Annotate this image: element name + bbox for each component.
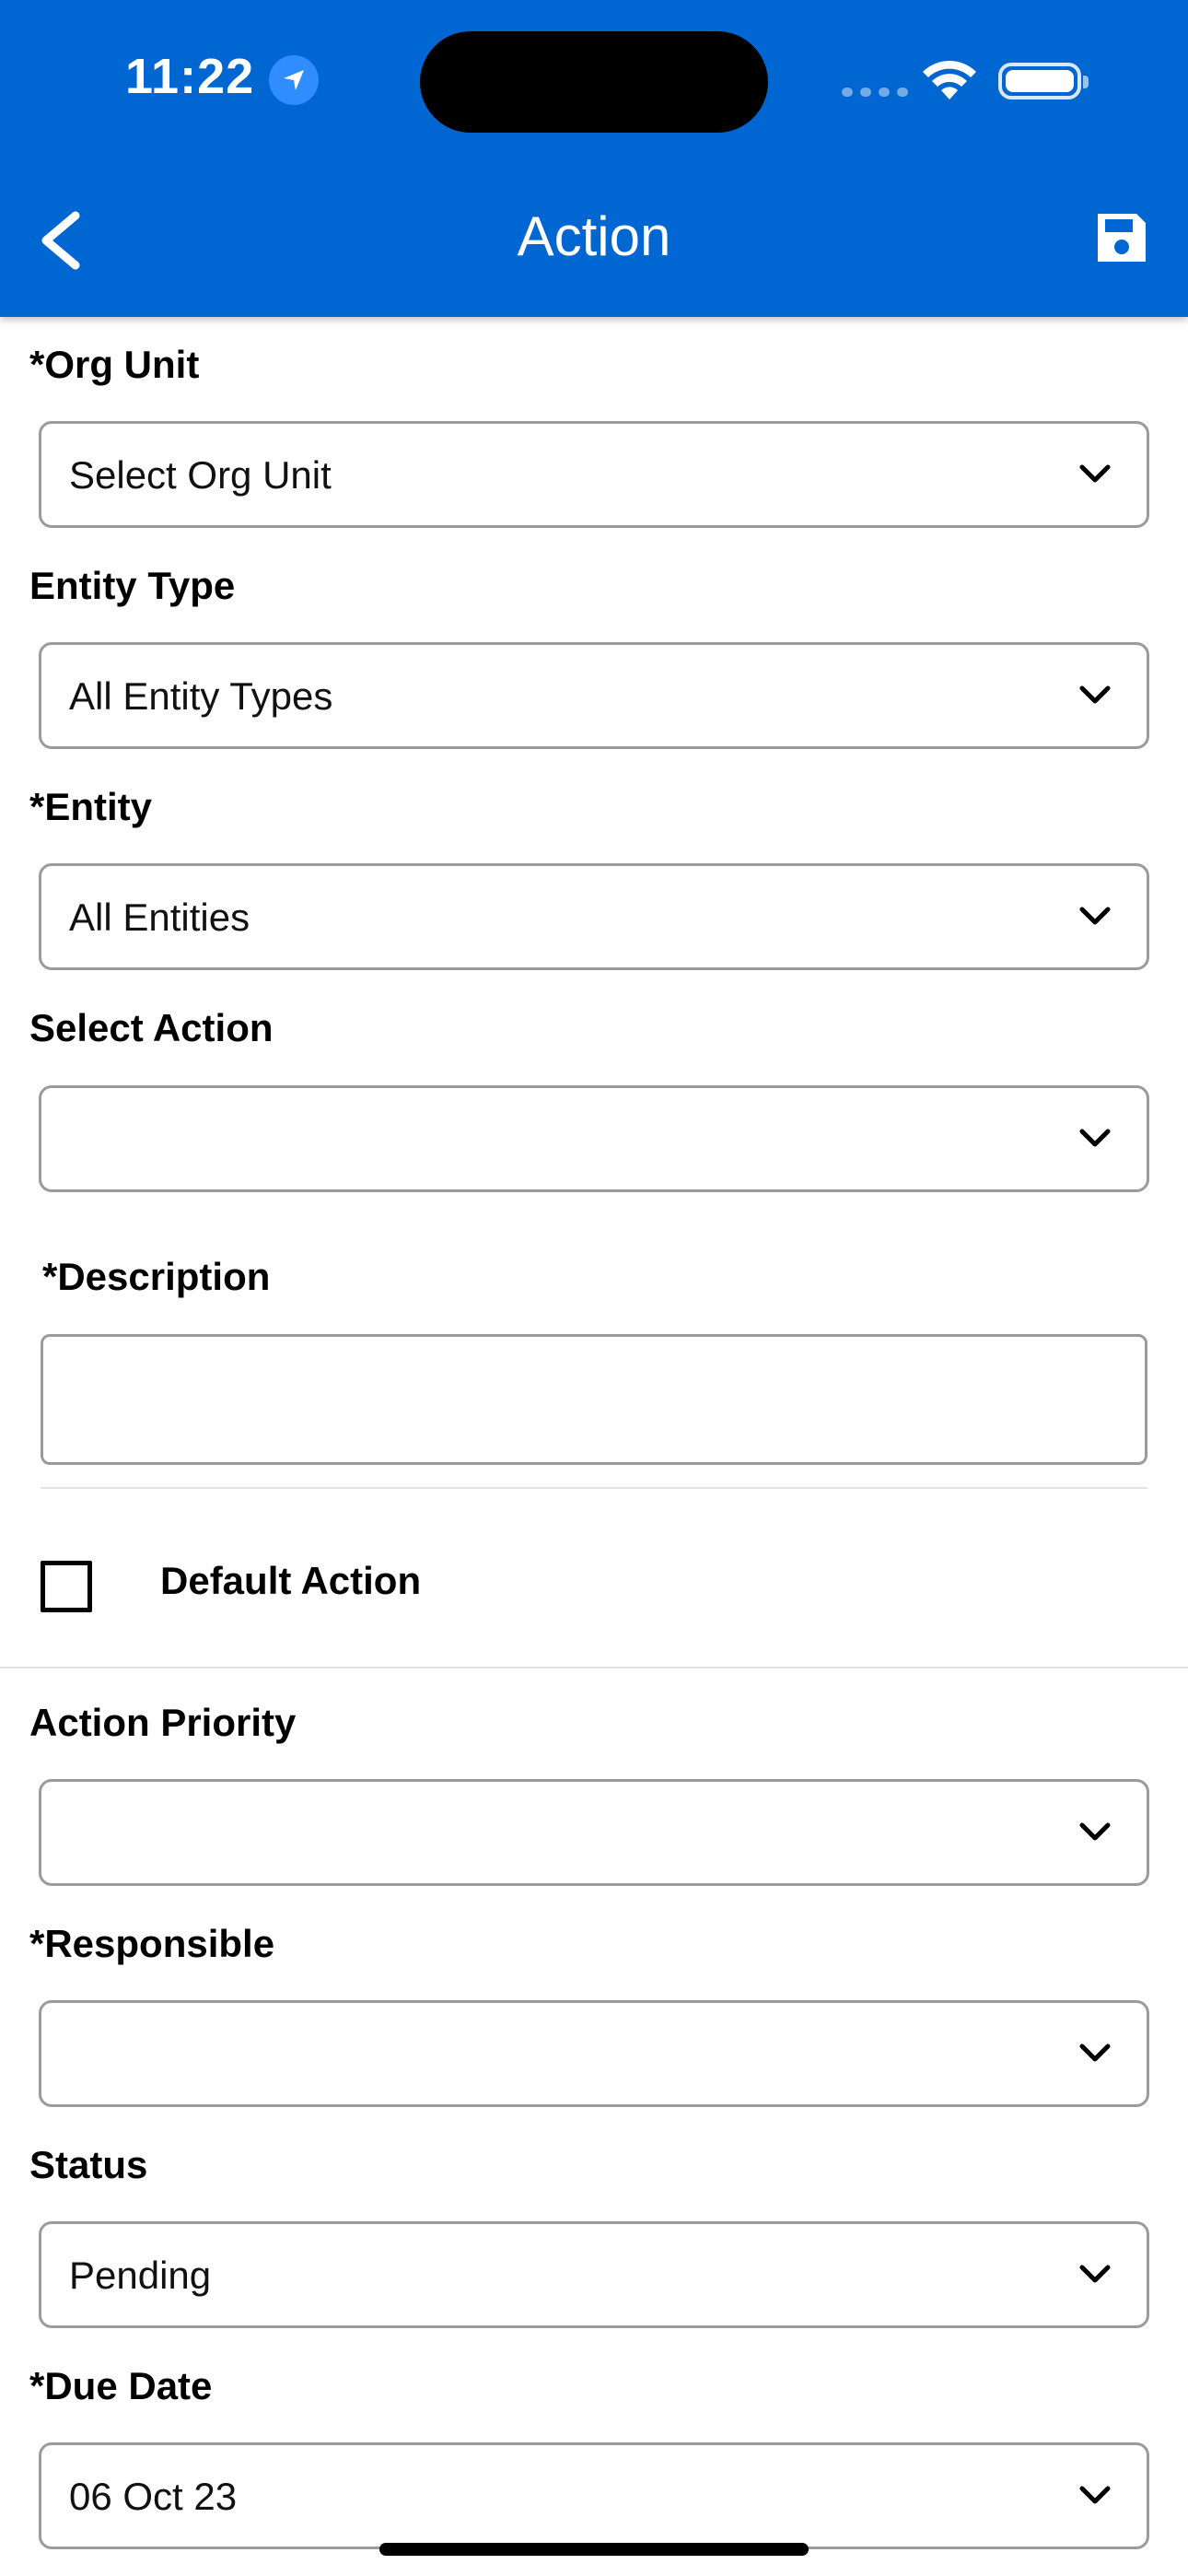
responsible-select[interactable]: [39, 2000, 1149, 2107]
app-header: 11:22 Action: [0, 0, 1188, 317]
wifi-icon: [923, 60, 976, 100]
description-label: *Description: [42, 1255, 271, 1298]
due-date-select[interactable]: 06 Oct 23: [39, 2442, 1149, 2549]
divider: [41, 1487, 1147, 1489]
chevron-down-icon: [1079, 685, 1111, 704]
select-action-label: Select Action: [29, 1006, 274, 1049]
battery-icon: [998, 63, 1089, 100]
entity-type-select[interactable]: All Entity Types: [39, 642, 1149, 749]
action-priority-select[interactable]: [39, 1779, 1149, 1886]
status-label: Status: [29, 2143, 148, 2186]
org-unit-select[interactable]: Select Org Unit: [39, 421, 1149, 528]
entity-type-label: Entity Type: [29, 564, 236, 607]
default-action-label: Default Action: [160, 1559, 422, 1602]
org-unit-label: *Org Unit: [29, 343, 200, 386]
description-input[interactable]: [41, 1334, 1147, 1465]
location-arrow-icon: [269, 55, 319, 105]
entity-type-value: All Entity Types: [69, 674, 333, 718]
select-action-select[interactable]: [39, 1085, 1149, 1192]
entity-select[interactable]: All Entities: [39, 863, 1149, 970]
dynamic-island: [420, 31, 768, 133]
default-action-checkbox[interactable]: [41, 1561, 92, 1612]
page-title: Action: [517, 205, 671, 267]
chevron-down-icon: [1079, 2043, 1111, 2062]
status-value: Pending: [69, 2254, 212, 2297]
chevron-down-icon: [1079, 2265, 1111, 2283]
org-unit-value: Select Org Unit: [69, 453, 332, 497]
home-indicator[interactable]: [379, 2543, 809, 2556]
chevron-down-icon: [1079, 1822, 1111, 1841]
chevron-down-icon: [1079, 1129, 1111, 1147]
due-date-label: *Due Date: [29, 2364, 213, 2407]
divider: [0, 1667, 1188, 1669]
save-icon[interactable]: [1094, 210, 1149, 265]
chevron-down-icon: [1079, 2486, 1111, 2504]
status-select[interactable]: Pending: [39, 2221, 1149, 2328]
status-time: 11:22: [125, 49, 255, 104]
entity-label: *Entity: [29, 785, 153, 828]
chevron-down-icon: [1079, 464, 1111, 483]
action-priority-label: Action Priority: [29, 1701, 297, 1744]
entity-value: All Entities: [69, 896, 250, 939]
responsible-label: *Responsible: [29, 1922, 275, 1965]
chevron-down-icon: [1079, 907, 1111, 925]
signal-icon: [842, 85, 915, 101]
due-date-value: 06 Oct 23: [69, 2475, 238, 2518]
